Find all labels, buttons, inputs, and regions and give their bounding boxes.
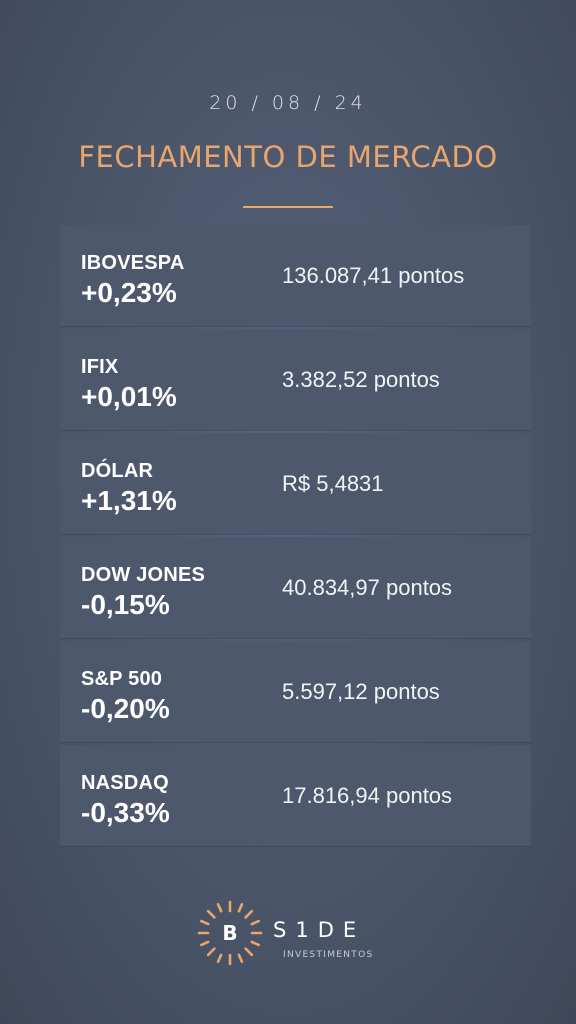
market-row-change: +0,23% bbox=[81, 277, 177, 308]
market-row-change: +0,01% bbox=[81, 381, 177, 412]
market-row-name: DOW JONES bbox=[81, 564, 206, 586]
page-title: FECHAMENTO DE MERCADO bbox=[78, 140, 498, 174]
market-row-change: -0,33% bbox=[81, 797, 170, 828]
market-row-value: 17.816,94 pontos bbox=[282, 783, 453, 808]
market-row-name: IBOVESPA bbox=[81, 252, 185, 274]
market-row-value: 5.597,12 pontos bbox=[282, 679, 440, 704]
market-row-name: S&P 500 bbox=[81, 668, 163, 690]
market-row-change: -0,15% bbox=[81, 589, 170, 620]
market-list: IBOVESPA +0,23% 136.087,41 pontos IFIX +… bbox=[60, 225, 531, 849]
market-row-value: R$ 5,4831 bbox=[282, 471, 384, 496]
market-row-ibovespa: IBOVESPA +0,23% 136.087,41 pontos bbox=[60, 225, 531, 326]
logo-letter: B bbox=[222, 921, 238, 945]
brand-name: S1DE bbox=[273, 918, 366, 942]
brand-logo: B S1DE INVESTIMENTOS bbox=[195, 898, 385, 968]
market-row-change: +1,31% bbox=[81, 485, 177, 516]
market-row-value: 40.834,97 pontos bbox=[282, 575, 453, 600]
market-row-nasdaq: NASDAQ -0,33% 17.816,94 pontos bbox=[60, 745, 531, 846]
date-label: 20 / 08 / 24 bbox=[209, 92, 367, 114]
market-row-value: 136.087,41 pontos bbox=[282, 263, 465, 288]
market-row-name: NASDAQ bbox=[81, 772, 169, 794]
market-row-name: IFIX bbox=[81, 356, 119, 378]
market-row-sp500: S&P 500 -0,20% 5.597,12 pontos bbox=[60, 641, 531, 742]
brand-tagline: INVESTIMENTOS bbox=[283, 950, 374, 960]
market-row-ifix: IFIX +0,01% 3.382,52 pontos bbox=[60, 329, 531, 430]
title-divider bbox=[243, 206, 333, 208]
market-row-value: 3.382,52 pontos bbox=[282, 367, 440, 392]
market-row-dolar: DÓLAR +1,31% R$ 5,4831 bbox=[60, 433, 531, 534]
market-row-change: -0,20% bbox=[81, 693, 170, 724]
market-row-dow-jones: DOW JONES -0,15% 40.834,97 pontos bbox=[60, 537, 531, 638]
market-row-name: DÓLAR bbox=[81, 460, 154, 482]
